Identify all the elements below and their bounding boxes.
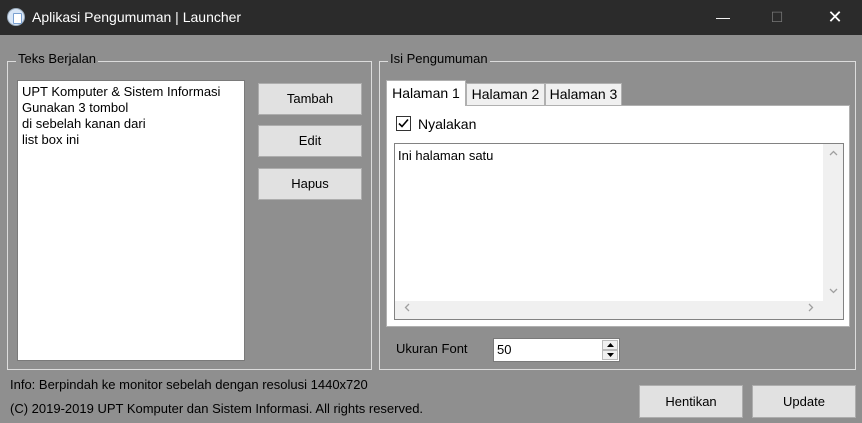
check-icon [398,118,409,128]
triangle-up-icon [607,343,614,347]
pengumuman-text: Ini halaman satu [398,148,494,163]
update-button[interactable]: Update [752,385,856,418]
list-item[interactable]: Gunakan 3 tombol [22,100,240,116]
maximize-button[interactable]: ☐ [754,0,800,35]
app-icon [7,8,25,26]
chevron-right-icon[interactable] [801,302,821,318]
chevron-up-icon[interactable] [823,146,843,162]
tab-halaman-2[interactable]: Halaman 2 [466,83,545,105]
chevron-left-icon[interactable] [397,302,417,318]
edit-button[interactable]: Edit [258,125,362,157]
close-button[interactable]: ✕ [812,0,858,35]
ukuran-font-label: Ukuran Font [396,341,468,356]
tab-halaman-1[interactable]: Halaman 1 [386,80,466,106]
minimize-button[interactable]: — [700,0,746,35]
list-item[interactable]: UPT Komputer & Sistem Informasi [22,84,240,100]
hentikan-button[interactable]: Hentikan [639,385,743,418]
spin-up-button[interactable] [602,340,618,350]
isi-pengumuman-label: Isi Pengumuman [388,51,490,66]
window-title: Aplikasi Pengumuman | Launcher [32,9,242,25]
nyalakan-label[interactable]: Nyalakan [418,116,476,132]
list-item[interactable]: di sebelah kanan dari [22,116,240,132]
copyright-text: (C) 2019-2019 UPT Komputer dan Sistem In… [10,401,424,416]
ukuran-font-input[interactable]: 50 [493,338,620,362]
nyalakan-checkbox[interactable] [396,116,411,131]
tab-halaman-3[interactable]: Halaman 3 [545,83,622,105]
title-bar: Aplikasi Pengumuman | Launcher — ☐ ✕ [0,0,862,35]
teks-berjalan-listbox[interactable]: UPT Komputer & Sistem Informasi Gunakan … [17,80,245,361]
pengumuman-textarea[interactable]: Ini halaman satu [394,143,844,320]
triangle-down-icon [607,353,614,357]
info-text: Info: Berpindah ke monitor sebelah denga… [10,377,368,392]
tambah-button[interactable]: Tambah [258,83,362,115]
list-item[interactable]: list box ini [22,132,240,148]
teks-berjalan-label: Teks Berjalan [16,51,99,66]
hapus-button[interactable]: Hapus [258,168,362,200]
vertical-scrollbar[interactable] [823,144,843,302]
chevron-down-icon[interactable] [823,284,843,300]
spin-down-button[interactable] [602,350,618,360]
scrollbar-corner [823,301,843,319]
horizontal-scrollbar[interactable] [395,301,823,319]
ukuran-font-value: 50 [497,342,512,357]
